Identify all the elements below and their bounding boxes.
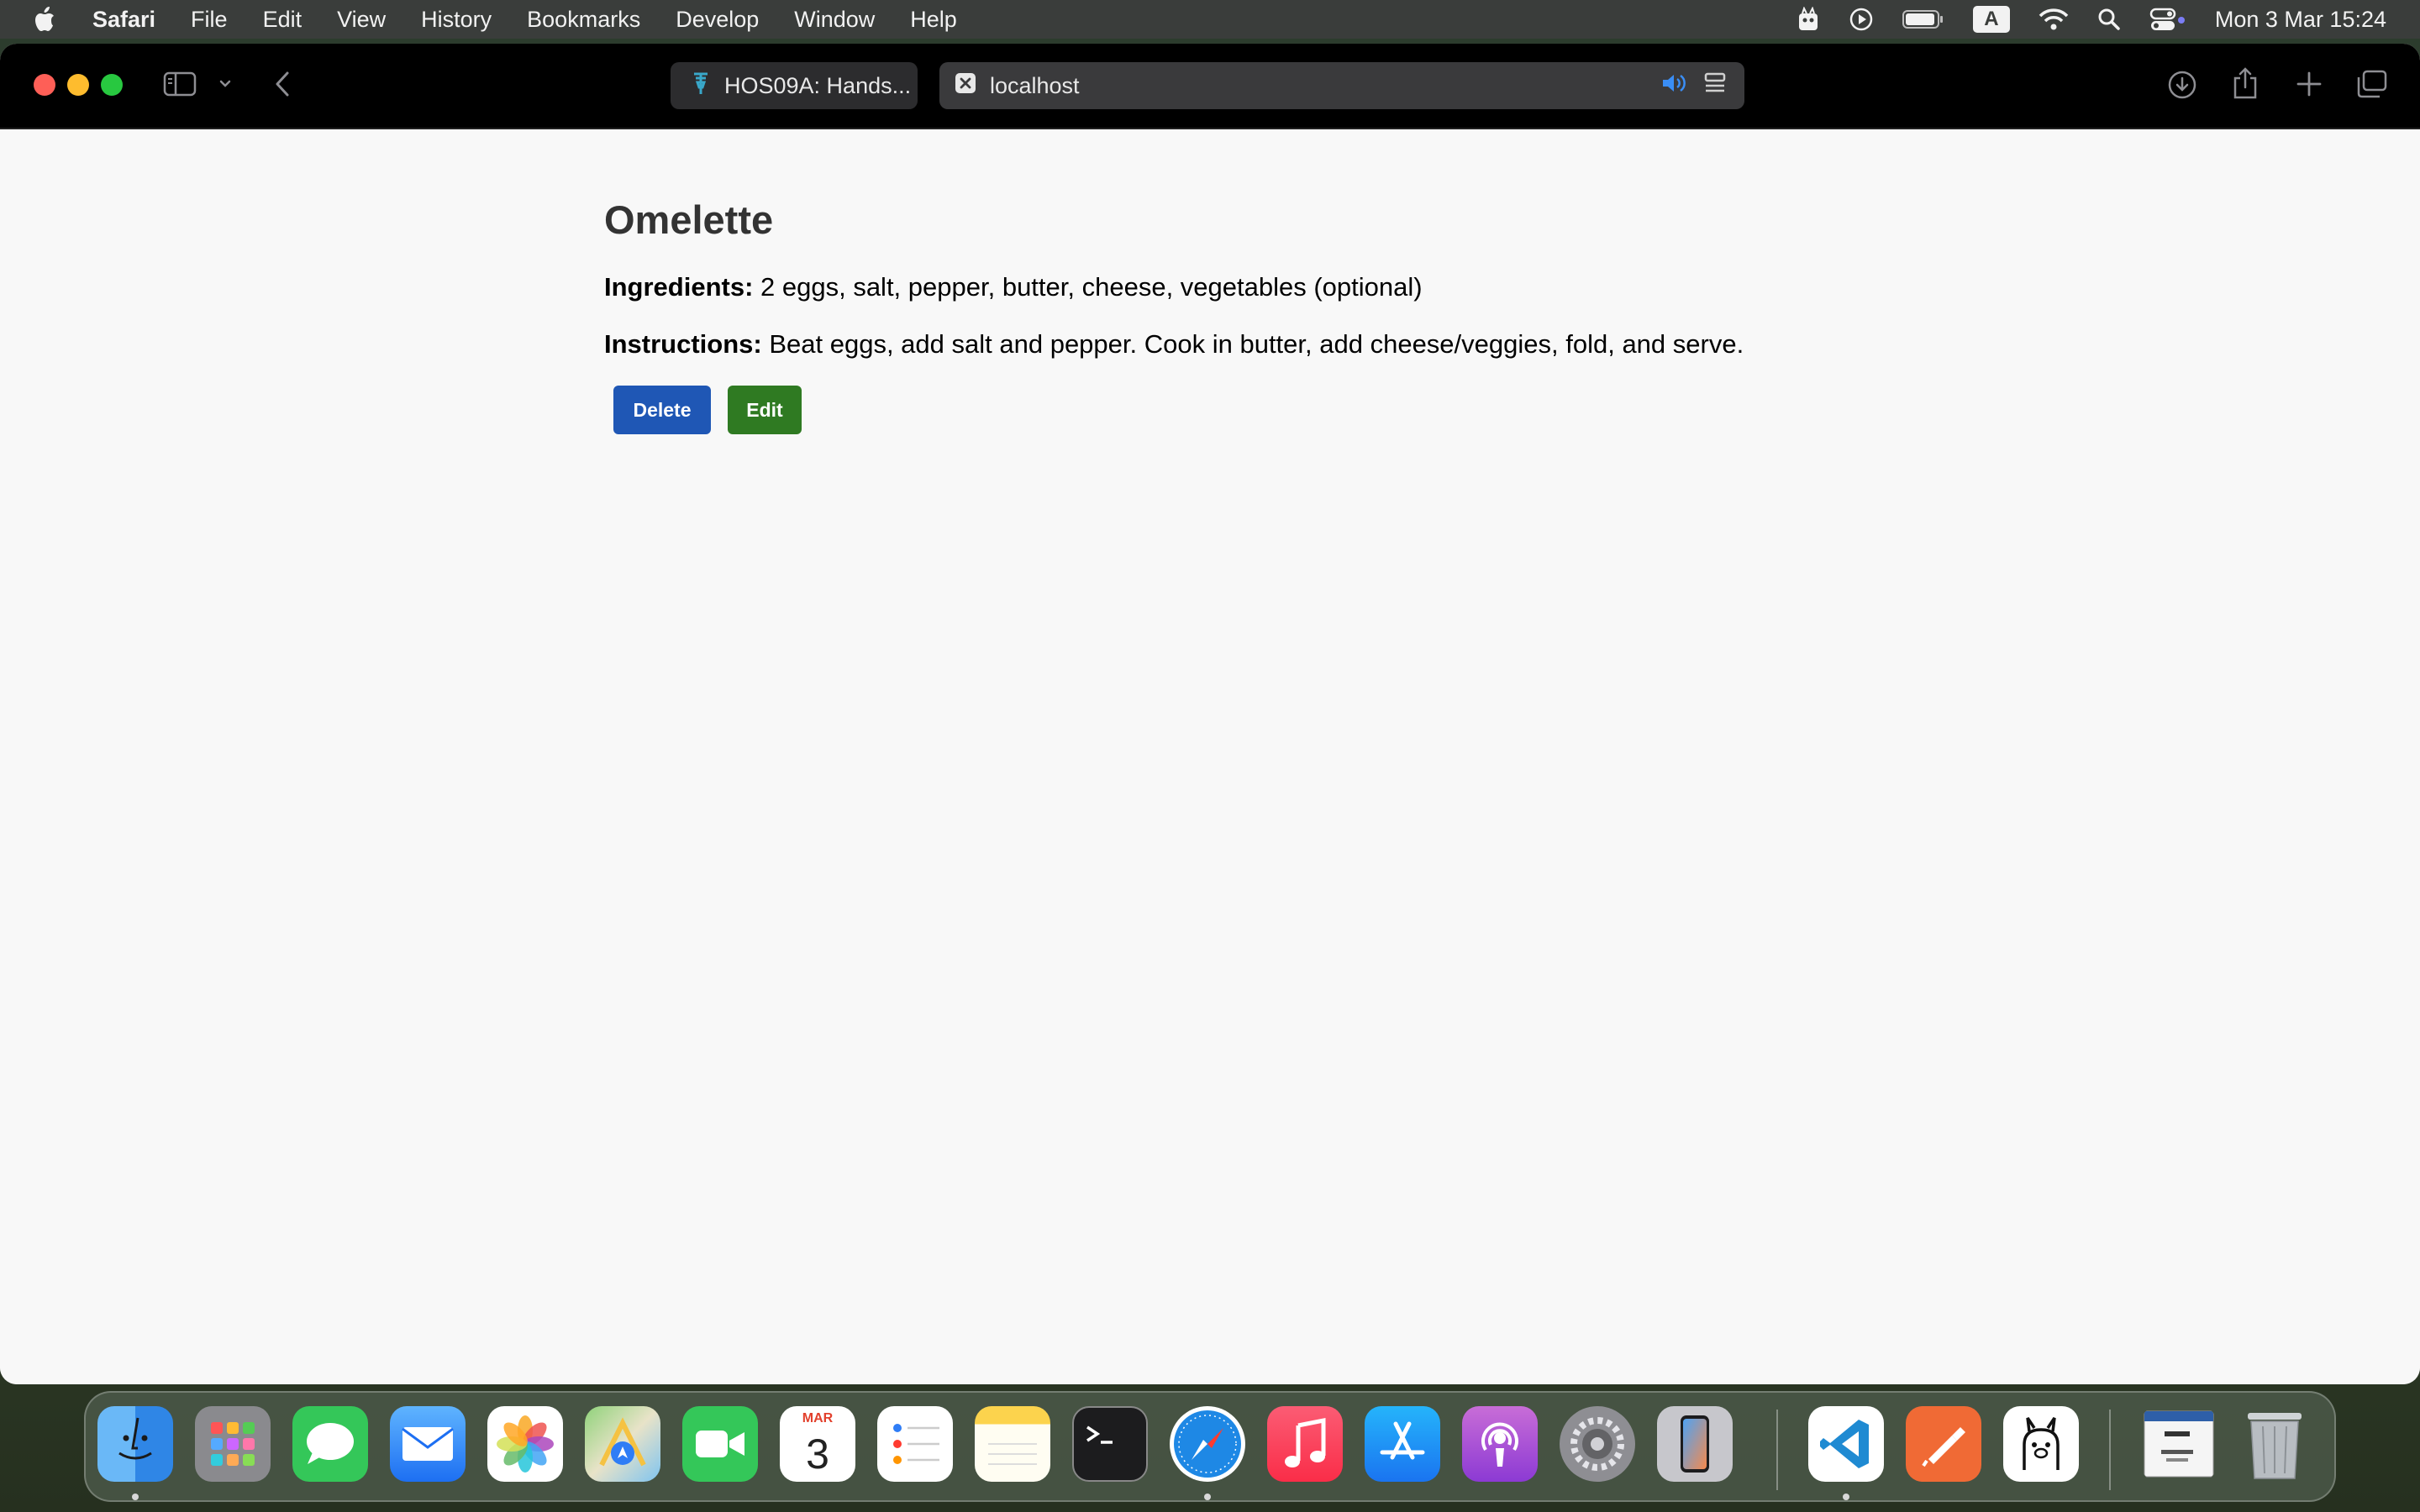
app-store-icon[interactable] bbox=[1365, 1406, 1440, 1482]
recipe-actions: Delete Edit bbox=[613, 386, 1865, 434]
iphone-mirroring-icon[interactable] bbox=[1657, 1406, 1733, 1482]
ollama-icon[interactable] bbox=[2003, 1406, 2079, 1482]
running-indicator bbox=[1843, 1494, 1849, 1500]
launchpad-icon[interactable] bbox=[195, 1406, 271, 1482]
new-tab-icon[interactable] bbox=[2296, 71, 2323, 97]
menu-window[interactable]: Window bbox=[794, 7, 875, 33]
sidebar-toggle-icon[interactable] bbox=[163, 71, 197, 97]
close-tab-icon[interactable] bbox=[955, 72, 976, 100]
dock: MAR 3 bbox=[84, 1391, 2336, 1502]
tab-title: localhost bbox=[990, 72, 1080, 98]
maps-icon[interactable] bbox=[585, 1406, 660, 1482]
reader-view-icon[interactable] bbox=[1704, 71, 1726, 101]
site-favicon-icon bbox=[691, 71, 711, 102]
running-indicator bbox=[132, 1494, 139, 1500]
terminal-icon[interactable] bbox=[1072, 1406, 1148, 1482]
status-app-icon[interactable] bbox=[1797, 7, 1820, 32]
mail-icon[interactable] bbox=[390, 1406, 466, 1482]
tab-hos09a[interactable]: HOS09A: Hands... bbox=[671, 62, 918, 109]
messages-icon[interactable] bbox=[292, 1406, 368, 1482]
dock-separator bbox=[1776, 1410, 1778, 1490]
web-page-content: Omelette Ingredients: 2 eggs, salt, pepp… bbox=[0, 131, 2420, 1384]
menubar-clock[interactable]: Mon 3 Mar 15:24 bbox=[2215, 7, 2386, 33]
calendar-day: 3 bbox=[806, 1431, 829, 1478]
system-settings-icon[interactable] bbox=[1560, 1406, 1635, 1482]
close-window-button[interactable] bbox=[34, 74, 55, 96]
menu-app-name[interactable]: Safari bbox=[92, 7, 155, 33]
facetime-icon[interactable] bbox=[682, 1406, 758, 1482]
instructions-text: Beat eggs, add salt and pepper. Cook in … bbox=[761, 329, 1744, 359]
battery-icon[interactable] bbox=[1902, 8, 1944, 30]
reminders-icon[interactable] bbox=[877, 1406, 953, 1482]
recipe-instructions: Instructions: Beat eggs, add salt and pe… bbox=[604, 328, 1865, 360]
ingredients-text: 2 eggs, salt, pepper, butter, cheese, ve… bbox=[753, 272, 1423, 302]
back-icon[interactable] bbox=[271, 69, 296, 99]
podcasts-icon[interactable] bbox=[1462, 1406, 1538, 1482]
menu-bookmarks[interactable]: Bookmarks bbox=[527, 7, 640, 33]
music-icon[interactable] bbox=[1267, 1406, 1343, 1482]
vscode-icon[interactable] bbox=[1808, 1406, 1884, 1482]
fullscreen-window-button[interactable] bbox=[101, 74, 123, 96]
minimize-window-button[interactable] bbox=[67, 74, 89, 96]
chevron-down-icon[interactable] bbox=[217, 76, 234, 92]
dock-separator bbox=[2109, 1410, 2111, 1490]
share-icon[interactable] bbox=[2232, 66, 2259, 101]
recipe-ingredients: Ingredients: 2 eggs, salt, pepper, butte… bbox=[604, 271, 1865, 303]
document-stack-icon[interactable] bbox=[2141, 1406, 2217, 1482]
menu-view[interactable]: View bbox=[337, 7, 386, 33]
input-source-label: A bbox=[1972, 6, 2010, 33]
postman-icon[interactable] bbox=[1906, 1406, 1981, 1482]
downloads-icon[interactable] bbox=[2166, 69, 2198, 101]
safari-icon[interactable] bbox=[1170, 1406, 1245, 1482]
menu-help[interactable]: Help bbox=[910, 7, 957, 33]
recipe-title: Omelette bbox=[604, 197, 774, 242]
menu-file[interactable]: File bbox=[191, 7, 228, 33]
instructions-label: Instructions: bbox=[604, 329, 762, 359]
trash-icon[interactable] bbox=[2237, 1406, 2312, 1482]
safari-window: HOS09A: Hands... localhost Omelette Ingr… bbox=[0, 44, 2420, 1384]
control-center-icon[interactable] bbox=[2149, 7, 2186, 32]
play-icon[interactable] bbox=[1849, 7, 1874, 32]
tab-title: HOS09A: Hands... bbox=[724, 72, 912, 98]
calendar-month: MAR bbox=[802, 1411, 834, 1425]
spotlight-search-icon[interactable] bbox=[2097, 8, 2121, 31]
photos-icon[interactable] bbox=[487, 1406, 563, 1482]
input-source-icon[interactable]: A bbox=[1972, 6, 2010, 33]
menu-develop[interactable]: Develop bbox=[676, 7, 759, 33]
running-indicator bbox=[1204, 1494, 1211, 1500]
notes-icon[interactable] bbox=[975, 1406, 1050, 1482]
ingredients-label: Ingredients: bbox=[604, 272, 754, 302]
calendar-icon[interactable]: MAR 3 bbox=[780, 1406, 855, 1482]
delete-button[interactable]: Delete bbox=[613, 386, 711, 434]
recipe-card: Omelette Ingredients: 2 eggs, salt, pepp… bbox=[604, 197, 1865, 434]
browser-toolbar: HOS09A: Hands... localhost bbox=[0, 44, 2420, 129]
menu-history[interactable]: History bbox=[421, 7, 492, 33]
tab-localhost[interactable]: localhost bbox=[939, 62, 1744, 109]
menu-edit[interactable]: Edit bbox=[263, 7, 302, 33]
finder-icon[interactable] bbox=[97, 1406, 173, 1482]
wifi-icon[interactable] bbox=[2039, 8, 2069, 31]
edit-button[interactable]: Edit bbox=[728, 386, 802, 434]
tab-overview-icon[interactable] bbox=[2356, 69, 2388, 99]
menu-bar: Safari File Edit View History Bookmarks … bbox=[0, 0, 2420, 39]
apple-menu-icon[interactable] bbox=[34, 6, 57, 33]
audio-playing-icon[interactable] bbox=[1660, 71, 1687, 101]
